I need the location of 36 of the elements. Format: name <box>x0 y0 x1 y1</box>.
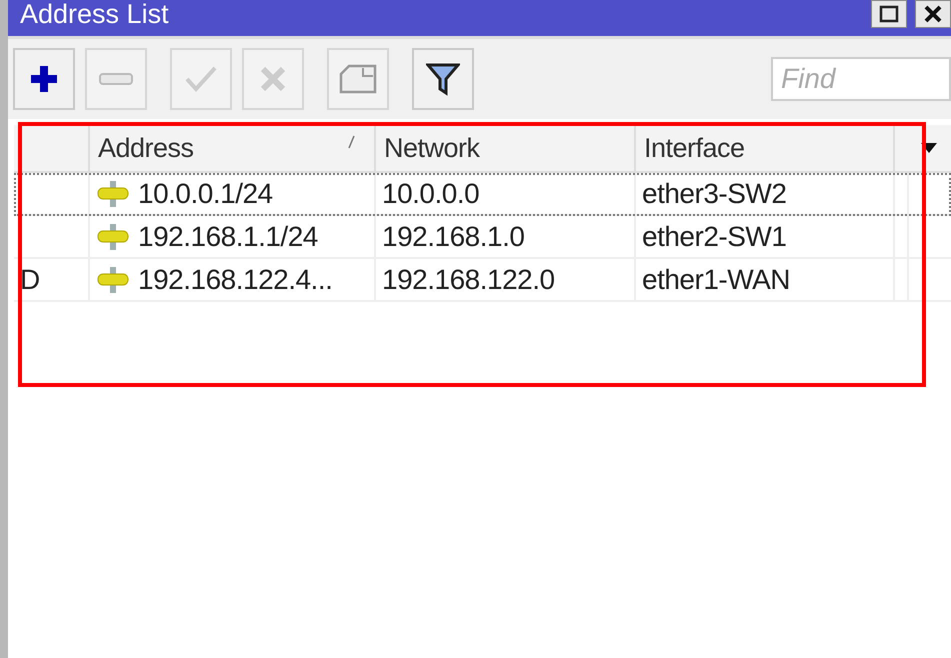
table-cell: 192.168.1.0 <box>382 220 524 252</box>
close-button[interactable] <box>915 0 951 28</box>
table-row[interactable]: D 192.168.122.4... 192.168.122.0 ether1-WAN <box>14 259 951 302</box>
table-cell: ether3-SW2 <box>642 178 786 210</box>
table-cell: 10.0.0.1/24 <box>138 178 273 210</box>
filter-icon <box>426 62 460 96</box>
table-row[interactable]: 10.0.0.1/24 10.0.0.0 ether3-SW2 <box>14 173 951 216</box>
address-icon <box>96 222 130 252</box>
column-label: Address <box>98 132 194 164</box>
column-header[interactable]: Interface <box>636 125 895 171</box>
cross-icon <box>258 64 288 94</box>
dropdown-icon <box>920 142 938 154</box>
maximize-icon <box>878 4 900 24</box>
table-cell: ether1-WAN <box>642 264 790 296</box>
address-icon <box>96 264 130 294</box>
maximize-button[interactable] <box>871 0 907 28</box>
column-label: Interface <box>644 132 745 164</box>
add-button[interactable] <box>13 48 75 110</box>
column-header[interactable]: Address <box>90 125 376 171</box>
column-label: Network <box>384 132 480 164</box>
table-cell: 192.168.1.1/24 <box>138 220 318 252</box>
table-cell: ether2-SW1 <box>642 220 786 252</box>
filter-button[interactable] <box>412 48 474 110</box>
flag-cell: D <box>20 264 40 296</box>
table-cell: 192.168.122.0 <box>382 264 555 296</box>
close-icon <box>922 4 944 24</box>
table-row[interactable]: 192.168.1.1/24 192.168.1.0 ether2-SW1 <box>14 216 951 259</box>
table-cell: 10.0.0.0 <box>382 178 480 210</box>
column-header[interactable]: Network <box>376 125 636 171</box>
address-icon <box>96 178 130 208</box>
remove-icon <box>98 72 134 86</box>
find-field[interactable]: Find <box>771 57 951 101</box>
check-icon <box>183 64 219 94</box>
window-title: Address List <box>20 0 169 28</box>
note-icon <box>339 64 377 94</box>
table-cell: 192.168.122.4... <box>138 264 332 296</box>
